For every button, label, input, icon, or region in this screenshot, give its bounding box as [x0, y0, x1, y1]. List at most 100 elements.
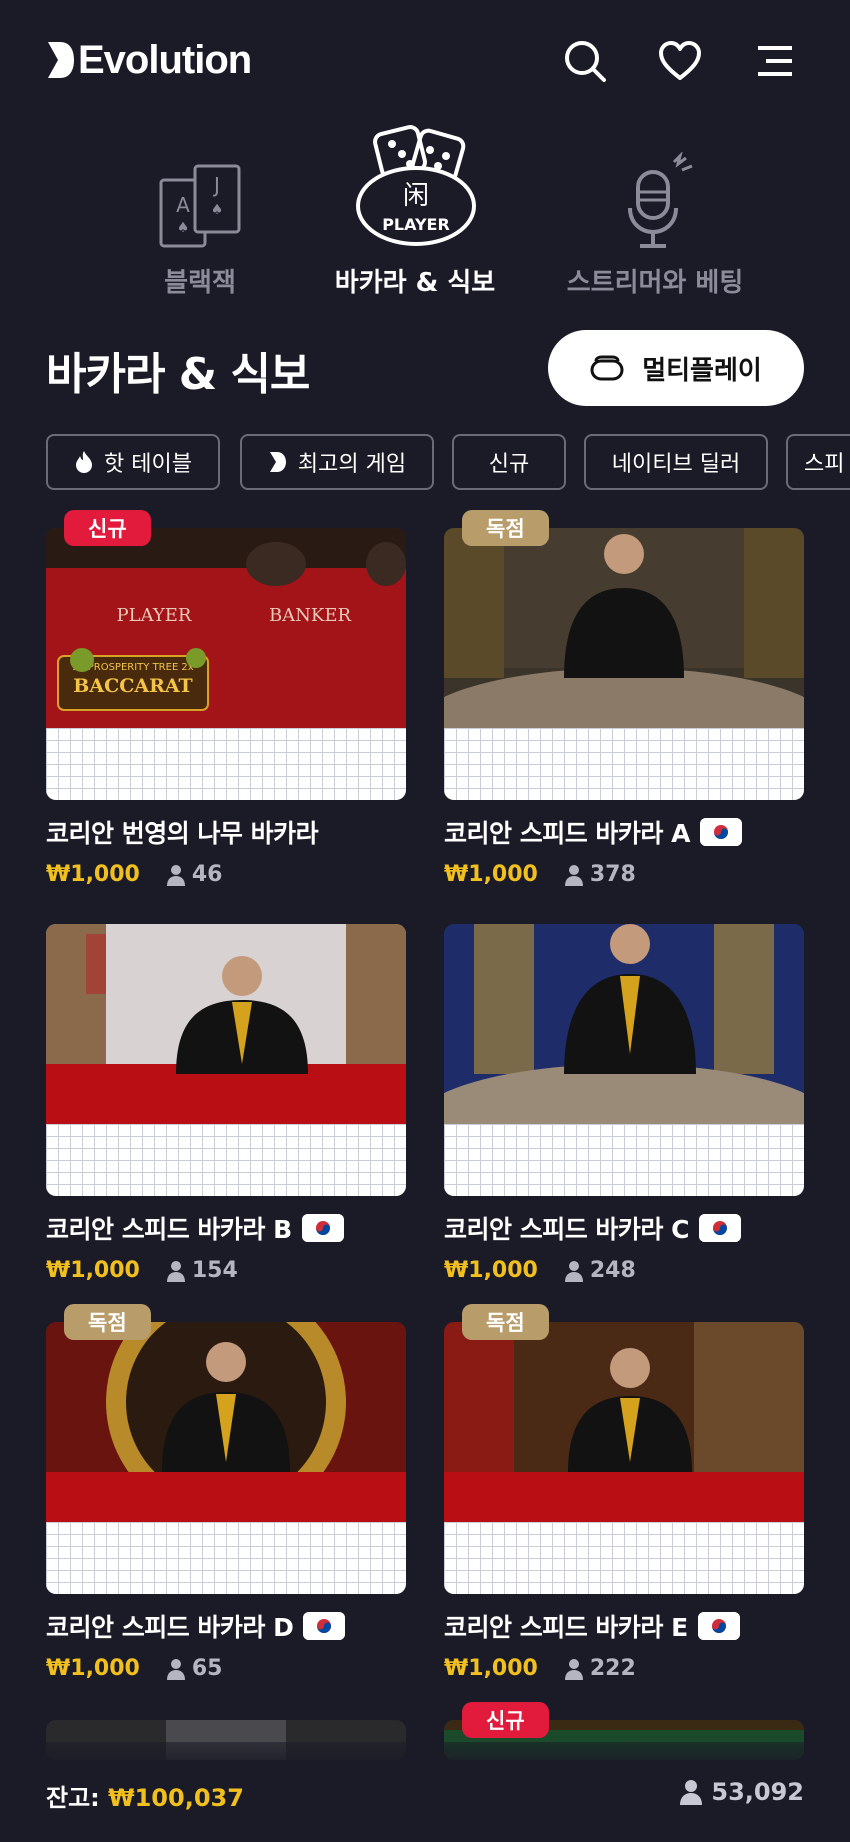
evolution-mark-icon: [269, 452, 286, 472]
svg-text:♠: ♠: [177, 220, 190, 236]
heart-icon[interactable]: [657, 38, 703, 84]
game-title: 코리안 스피드 바카라 E: [444, 1608, 804, 1644]
chip-label: 최고의 게임: [297, 452, 407, 477]
game-thumbnail[interactable]: [444, 924, 804, 1196]
online-players: 53,092: [679, 1778, 804, 1806]
person-icon: [680, 1780, 703, 1805]
category-label: 바카라 & 식보: [334, 268, 496, 298]
evolution-logo[interactable]: Evolution: [46, 38, 252, 82]
player-count: 378: [564, 862, 636, 887]
scoreboard-road: [46, 1522, 406, 1594]
microphone-icon: [628, 152, 693, 248]
scoreboard-road: [46, 1124, 406, 1196]
chip-label: 신규: [488, 452, 530, 477]
chip-new[interactable]: 신규: [452, 434, 566, 490]
korea-flag-icon: [697, 1612, 740, 1640]
game-thumbnail[interactable]: [46, 924, 406, 1196]
flame-icon: [76, 451, 93, 473]
korea-flag-icon: [301, 1214, 344, 1242]
game-scene-image: [46, 924, 406, 1124]
game-meta: ₩1,000 65: [46, 1656, 406, 1681]
svg-text:A: A: [176, 193, 190, 217]
chip-native-dealer[interactable]: 네이티브 딜러: [584, 434, 768, 490]
scoreboard-road: [444, 1124, 804, 1196]
category-label: 스트리머와 베팅: [566, 268, 744, 298]
min-bet: ₩1,000: [444, 1656, 538, 1681]
category-streamer-betting[interactable]: 스트리머와 베팅: [560, 122, 750, 299]
min-bet: ₩1,000: [46, 1656, 140, 1681]
game-card[interactable]: 코리안 스피드 바카라 C ₩1,000 248: [444, 924, 804, 1283]
game-thumbnail[interactable]: PLAYER BANKER BACCARAT 3x PROSPERITY TRE…: [46, 528, 406, 800]
category-blackjack[interactable]: A ♠ J ♠ 블랙잭: [120, 122, 280, 299]
game-meta: ₩1,000 248: [444, 1258, 804, 1283]
svg-text:闲: 闲: [403, 181, 429, 211]
multiplay-icon: [590, 355, 624, 381]
game-card[interactable]: 독점 코리안 스피드 바카라 D ₩1,000 65: [46, 1304, 406, 1681]
category-label: 블랙잭: [164, 268, 236, 298]
game-title: 코리안 스피드 바카라 B: [46, 1210, 406, 1246]
player-count: 248: [564, 1258, 636, 1283]
game-scene-image: [444, 1322, 804, 1522]
table-player-label: PLAYER: [117, 605, 192, 626]
game-thumbnail[interactable]: [46, 1322, 406, 1594]
game-title: 코리안 스피드 바카라 D: [46, 1608, 406, 1644]
player-count: 46: [166, 862, 222, 887]
player-count: 222: [564, 1656, 636, 1681]
korea-flag-icon: [699, 818, 742, 846]
min-bet: ₩1,000: [444, 862, 538, 887]
person-icon: [166, 864, 185, 886]
chip-label: 네이티브 딜러: [611, 452, 741, 477]
multiplay-button[interactable]: 멀티플레이: [548, 330, 804, 406]
category-baccarat-sicbo[interactable]: 闲 PLAYER 바카라 & 식보: [330, 122, 500, 299]
online-count: 53,092: [711, 1778, 804, 1806]
min-bet: ₩1,000: [46, 1258, 140, 1283]
svg-text:♠: ♠: [211, 202, 224, 218]
multiplay-label: 멀티플레이: [642, 355, 762, 386]
game-card[interactable]: 독점 코리안 스피드 바카라 E ₩1,000 222: [444, 1304, 804, 1681]
korea-flag-icon: [698, 1214, 741, 1242]
balance-label: 잔고:: [46, 1784, 109, 1812]
svg-text:BACCARAT: BACCARAT: [73, 675, 192, 697]
min-bet: ₩1,000: [46, 862, 140, 887]
game-card[interactable]: 신규 PLAYER BANKER BACCARAT 3x PROSPERITY …: [46, 510, 406, 887]
logo-text: Evolution: [78, 38, 252, 82]
header: Evolution: [0, 0, 850, 120]
game-scene-image: [46, 1322, 406, 1522]
svg-text:PLAYER: PLAYER: [382, 215, 450, 234]
game-card[interactable]: 독점 코리안 스피드 바카라 A ₩1,000 378: [444, 510, 804, 887]
person-icon: [166, 1658, 185, 1680]
game-scene-image: [444, 528, 804, 728]
evolution-mark-icon: [48, 42, 74, 78]
player-count: 65: [166, 1656, 222, 1681]
badge-exclusive: 독점: [462, 1304, 549, 1340]
filter-chips: 핫 테이블 최고의 게임 신규 네이티브 딜러 스피: [46, 434, 850, 492]
game-thumbnail[interactable]: [444, 528, 804, 800]
player-count: 154: [166, 1258, 238, 1283]
game-title: 코리안 번영의 나무 바카라: [46, 819, 319, 848]
person-icon: [564, 1260, 583, 1282]
scoreboard-road: [46, 728, 406, 800]
chip-top-games[interactable]: 최고의 게임: [240, 434, 434, 490]
game-thumbnail[interactable]: [444, 1322, 804, 1594]
person-icon: [564, 864, 583, 886]
badge-new: 신규: [64, 510, 151, 546]
chip-label: 핫 테이블: [104, 452, 192, 477]
cards-icon: A ♠ J ♠: [159, 164, 241, 248]
person-icon: [564, 1658, 583, 1680]
category-nav: A ♠ J ♠ 블랙잭 闲 PLAYER 바카라 & 식보 스트리머와 베팅: [0, 122, 850, 307]
balance: 잔고: ₩100,037: [46, 1778, 244, 1813]
game-meta: ₩1,000 46: [46, 862, 406, 887]
badge-new: 신규: [462, 1702, 549, 1738]
menu-icon[interactable]: [752, 38, 798, 84]
game-card[interactable]: 코리안 스피드 바카라 B ₩1,000 154: [46, 924, 406, 1283]
game-scene-image: [444, 924, 804, 1124]
person-icon: [166, 1260, 185, 1282]
dice-player-icon: 闲 PLAYER: [356, 125, 476, 246]
chip-hot-tables[interactable]: 핫 테이블: [46, 434, 220, 490]
chip-speed[interactable]: 스피: [786, 434, 850, 490]
min-bet: ₩1,000: [444, 1258, 538, 1283]
bottom-bar: 잔고: ₩100,037 53,092: [0, 1742, 850, 1842]
badge-exclusive: 독점: [64, 1304, 151, 1340]
search-icon[interactable]: [562, 38, 608, 84]
game-meta: ₩1,000 378: [444, 862, 804, 887]
